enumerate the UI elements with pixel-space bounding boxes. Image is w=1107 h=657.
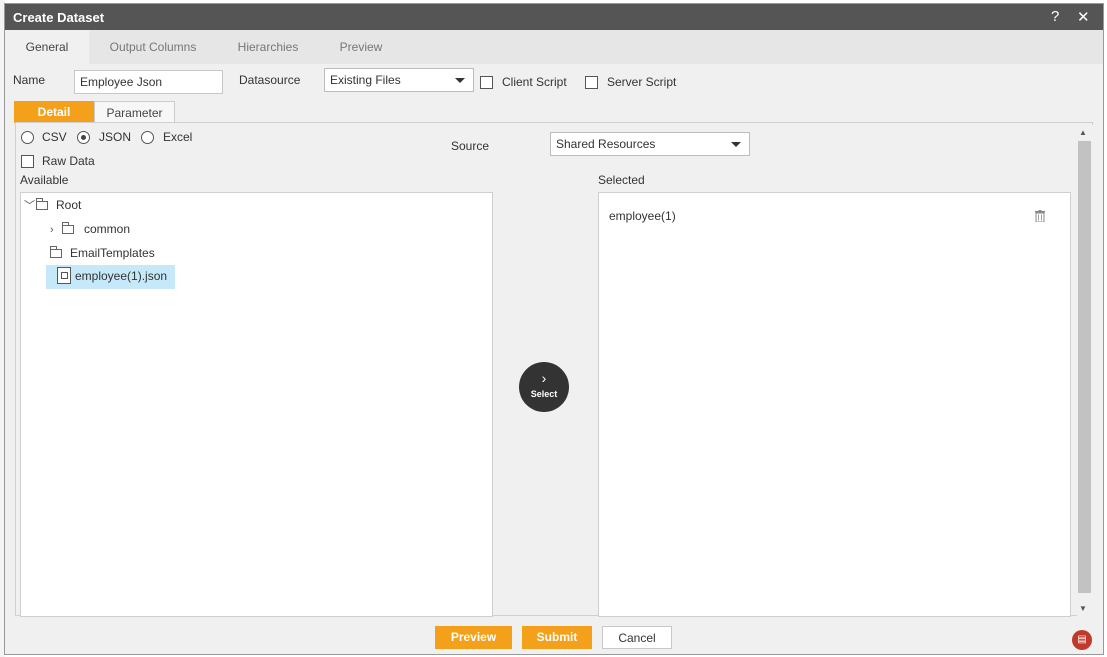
json-label: JSON — [99, 130, 132, 144]
dialog-tabs: General Output Columns Hierarchies Previ… — [5, 30, 1103, 64]
json-file-icon — [57, 267, 71, 284]
tree-node-label: common — [84, 222, 131, 236]
raw-data-label: Raw Data — [42, 154, 95, 168]
chevron-down-icon[interactable]: ﹀ — [24, 195, 36, 217]
tab-preview[interactable]: Preview — [331, 30, 391, 64]
selected-item[interactable]: employee(1) — [609, 209, 676, 223]
csv-label: CSV — [42, 130, 67, 144]
raw-data-checkbox[interactable] — [21, 155, 34, 168]
tab-hierarchies[interactable]: Hierarchies — [227, 30, 309, 64]
tree-node-employee-json[interactable]: employee(1).json — [46, 265, 175, 289]
folder-icon — [62, 222, 74, 234]
tab-output-columns[interactable]: Output Columns — [97, 30, 209, 64]
scroll-down-icon[interactable]: ▼ — [1079, 604, 1087, 613]
server-script-label: Server Script — [607, 75, 677, 89]
client-script-label: Client Script — [502, 75, 567, 89]
submit-button[interactable]: Submit — [522, 626, 592, 649]
chevron-down-icon — [455, 78, 465, 83]
selected-list[interactable]: employee(1) — [598, 192, 1071, 617]
source-select[interactable]: Shared Resources — [550, 132, 750, 156]
name-label: Name — [13, 73, 46, 87]
selected-label: Selected — [598, 173, 645, 187]
help-icon[interactable]: ? — [1051, 8, 1059, 25]
tree-node-email-templates[interactable]: EmailTemplates — [50, 242, 155, 264]
chevron-right-icon[interactable]: › — [50, 219, 62, 241]
tree-node-label: employee(1).json — [75, 269, 168, 283]
datasource-value: Existing Files — [330, 73, 401, 87]
subtab-parameter[interactable]: Parameter — [94, 101, 175, 123]
tree-node-root[interactable]: ﹀ Root — [24, 194, 81, 216]
excel-label: Excel — [163, 130, 193, 144]
tree-node-label: Root — [56, 198, 82, 212]
folder-icon — [50, 246, 62, 258]
scroll-up-icon[interactable]: ▲ — [1079, 128, 1087, 137]
panel-scrollbar[interactable]: ▲ ▼ — [1077, 125, 1093, 616]
datasource-select[interactable]: Existing Files — [324, 68, 474, 92]
tree-node-common[interactable]: › common — [50, 218, 130, 240]
excel-radio[interactable] — [141, 131, 154, 144]
chevron-right-icon: › — [541, 370, 547, 386]
dialog-title: Create Dataset — [13, 10, 105, 25]
chat-icon[interactable]: ▤ — [1072, 630, 1092, 650]
source-label: Source — [451, 139, 490, 153]
server-script-checkbox[interactable] — [585, 76, 598, 89]
available-label: Available — [20, 173, 69, 187]
preview-button[interactable]: Preview — [435, 626, 512, 649]
scrollbar-thumb[interactable] — [1078, 141, 1091, 593]
tree-node-label: EmailTemplates — [70, 246, 155, 260]
client-script-checkbox[interactable] — [480, 76, 493, 89]
trash-icon[interactable] — [1035, 210, 1045, 222]
datasource-label: Datasource — [239, 73, 301, 87]
csv-radio[interactable] — [21, 131, 34, 144]
cancel-button[interactable]: Cancel — [602, 626, 672, 649]
folder-icon — [36, 198, 48, 210]
close-icon[interactable]: ✕ — [1077, 8, 1090, 26]
select-button[interactable]: › Select — [519, 362, 569, 412]
tab-general[interactable]: General — [5, 30, 89, 64]
create-dataset-dialog: Create Dataset ? ✕ General Output Column… — [4, 3, 1104, 655]
select-button-label: Select — [530, 389, 558, 399]
name-input[interactable]: Employee Json — [74, 70, 223, 94]
chevron-down-icon — [731, 142, 741, 147]
source-value: Shared Resources — [556, 137, 656, 151]
dialog-titlebar: Create Dataset ? ✕ — [5, 4, 1103, 30]
json-radio[interactable] — [77, 131, 90, 144]
subtab-detail[interactable]: Detail — [14, 101, 94, 123]
available-tree[interactable]: ﹀ Root › common EmailTemplates employee(1)… — [20, 192, 493, 617]
